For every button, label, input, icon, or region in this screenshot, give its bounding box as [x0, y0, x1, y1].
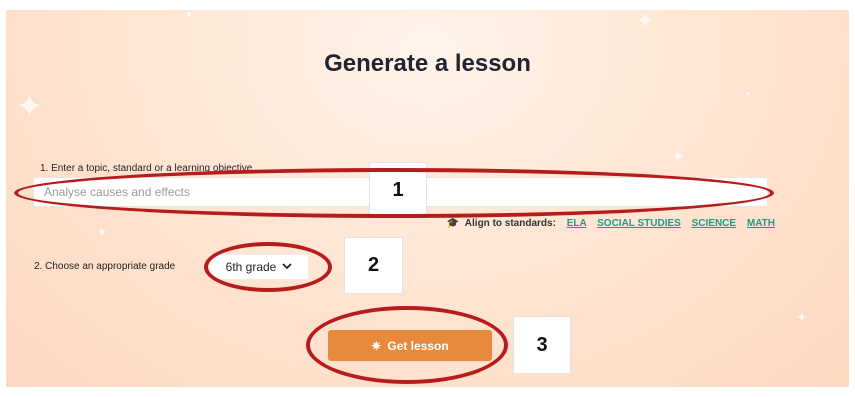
standard-link-ela[interactable]: ELA: [567, 218, 587, 229]
annotation-box-1: 1: [369, 162, 427, 219]
page-title: Generate a lesson: [324, 50, 531, 77]
annotation-number: 1: [392, 179, 404, 201]
sparkle-icon: ✦: [96, 224, 108, 240]
annotation-number: 3: [536, 333, 548, 356]
grade-select-value: 6th grade: [225, 260, 277, 274]
sparkle-icon: ✦: [16, 88, 43, 124]
annotation-number: 2: [367, 254, 380, 276]
align-standards-label: Align to standards:: [464, 218, 556, 229]
sparkle-icon: ✦: [671, 149, 685, 166]
grade-select[interactable]: 6th grade: [209, 254, 309, 280]
graduation-cap-icon: 🎓: [446, 218, 460, 229]
annotation-box-2: 2: [344, 237, 403, 294]
standard-link-social-studies[interactable]: SOCIAL STUDIES: [597, 218, 681, 229]
align-standards-row: 🎓 Align to standards: ELA SOCIAL STUDIES…: [447, 218, 775, 229]
get-lesson-button[interactable]: ✷ Get lesson: [328, 330, 492, 361]
grade-label: 2. Choose an appropriate grade: [34, 261, 176, 272]
magic-wand-icon: ✷: [371, 338, 382, 353]
topic-label: 1. Enter a topic, standard or a learning…: [40, 163, 253, 174]
sparkle-icon: ✦: [796, 309, 808, 325]
chevron-down-icon: [282, 262, 292, 273]
sparkle-icon: ✦: [636, 10, 655, 33]
sparkle-icon: ●: [186, 10, 193, 20]
annotation-box-3: 3: [513, 316, 571, 374]
get-lesson-label: Get lesson: [387, 338, 449, 353]
standard-link-science[interactable]: SCIENCE: [692, 218, 736, 229]
standard-link-math[interactable]: MATH: [747, 218, 775, 229]
sparkle-icon: ●: [746, 89, 751, 98]
